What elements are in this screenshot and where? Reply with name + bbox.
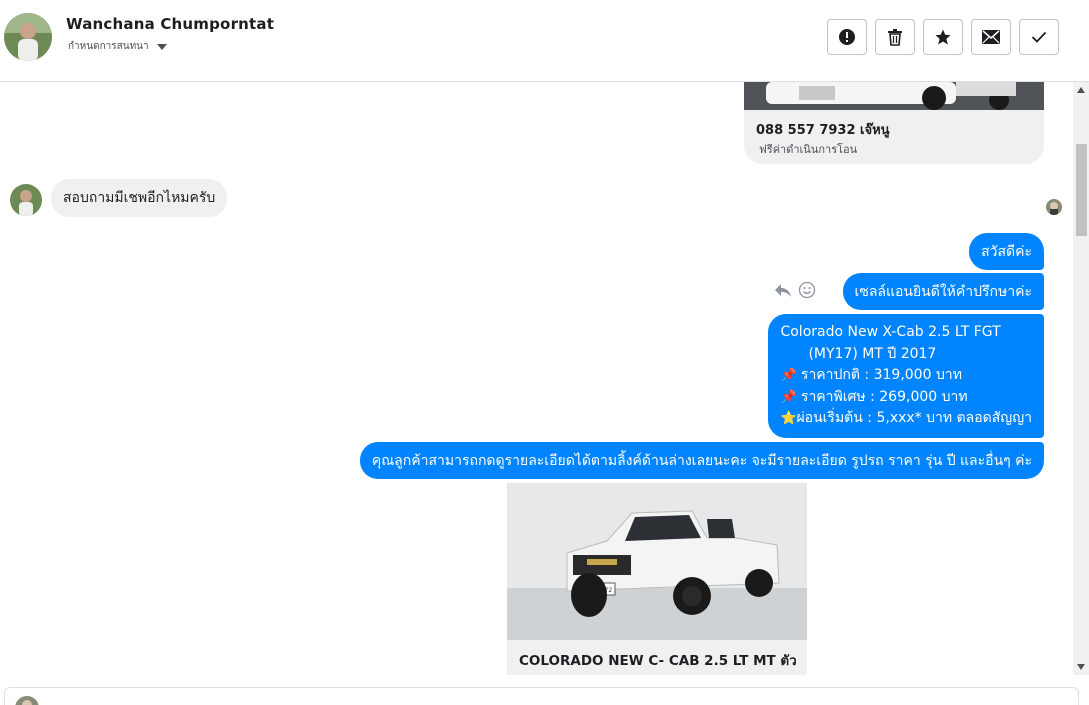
message-actions (774, 281, 816, 299)
delete-button[interactable] (875, 19, 915, 55)
message-line: Colorado New X-Cab 2.5 LT FGT (780, 324, 1001, 341)
assign-label: กำหนดการสนทนา (68, 41, 149, 52)
message-line: ⭐ผ่อนเริ่มต้น : 5,xxx* บาท ตลอดสัญญา (780, 408, 1032, 430)
link-preview-card[interactable]: 088 557 7932 เจ๊หนู ฟรีค่าดำเนินการโอน (744, 82, 1044, 164)
seen-avatar (1046, 199, 1062, 215)
outgoing-message[interactable]: คุณลูกค้าสามารถกดดูรายละเอียดได้ตามลิ้งค… (359, 442, 1044, 479)
trash-icon (888, 29, 902, 46)
message-line: 📌 ราคาปกติ : 319,000 บาท (780, 365, 961, 387)
scroll-down-arrow-icon[interactable] (1077, 664, 1085, 670)
star-icon (935, 29, 951, 45)
mark-done-button[interactable] (1019, 19, 1059, 55)
message-line: 📌 ราคาพิเศษ : 269,000 บาท (780, 387, 967, 409)
star-emoji-icon: ⭐ (780, 411, 797, 427)
car-image: กจ 0172 (507, 483, 807, 640)
outgoing-message[interactable]: เซลล์แอนยินดีให้คำปรึกษาค่ะ (842, 273, 1044, 310)
envelope-icon (982, 30, 1000, 44)
card-title: 088 557 7932 เจ๊หนู (756, 123, 890, 138)
check-icon (1031, 31, 1047, 43)
pushpin-icon: 📌 (780, 389, 797, 405)
contact-name[interactable]: Wanchana Chumporntat (66, 15, 274, 33)
reply-icon[interactable] (774, 282, 792, 298)
message-thread[interactable]: 088 557 7932 เจ๊หนู ฟรีค่าดำเนินการโอน ส… (0, 82, 1073, 675)
alert-icon (839, 29, 855, 45)
incoming-message[interactable]: สอบถามมีเชพอีกไหมครับ (51, 179, 228, 217)
card-subtitle: ฟรีค่าดำเนินการโอน (759, 143, 858, 156)
outgoing-message[interactable]: สวัสดีค่ะ (969, 233, 1044, 270)
card-title: COLORADO NEW C- CAB 2.5 LT MT ตัว (519, 653, 797, 669)
chevron-down-icon (156, 43, 167, 50)
link-preview-card[interactable]: กจ 0172 COLORADO NEW C- CAB 2.5 LT MT ตั… (507, 483, 807, 675)
star-button[interactable] (923, 19, 963, 55)
conversation-header: Wanchana Chumporntat กำหนดการสนทนา (0, 0, 1089, 82)
mark-spam-button[interactable] (827, 19, 867, 55)
message-line: (MY17) MT ปี 2017 (808, 345, 937, 362)
scroll-up-arrow-icon[interactable] (1077, 87, 1085, 93)
contact-avatar[interactable] (4, 13, 52, 61)
page-avatar (15, 696, 39, 705)
pushpin-icon: 📌 (780, 368, 797, 384)
react-smiley-icon[interactable] (798, 281, 816, 299)
scrollbar-thumb[interactable] (1076, 144, 1087, 236)
outgoing-message[interactable]: Colorado New X-Cab 2.5 LT FGT (MY17) MT … (768, 314, 1044, 438)
message-composer[interactable] (4, 687, 1079, 705)
assign-conversation-dropdown[interactable]: กำหนดการสนทนา (68, 39, 167, 54)
thread-scrollbar[interactable] (1073, 82, 1089, 675)
sender-avatar[interactable] (10, 184, 42, 216)
car-image (744, 82, 1044, 110)
mark-unread-button[interactable] (971, 19, 1011, 55)
